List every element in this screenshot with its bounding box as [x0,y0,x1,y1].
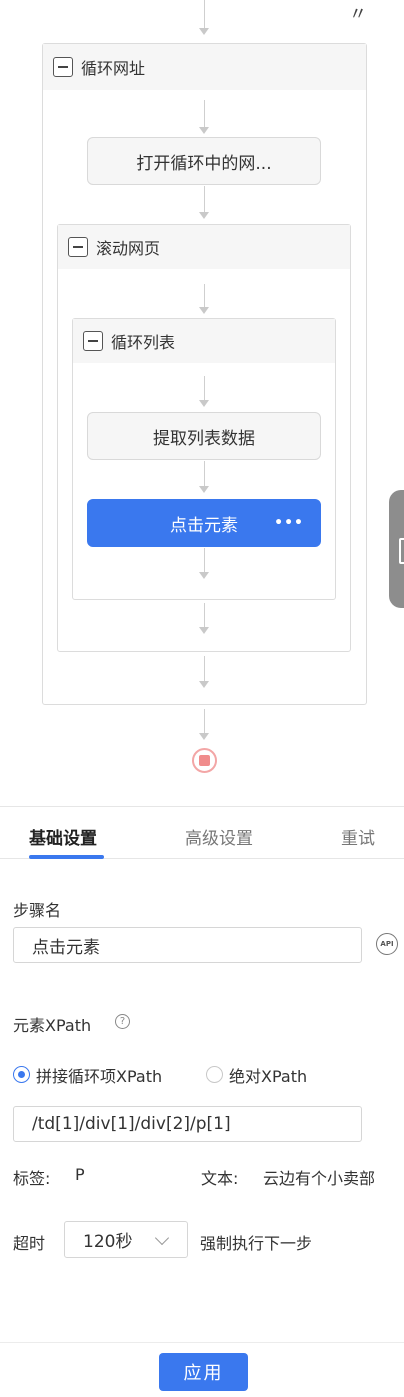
radio-absolute-xpath[interactable] [206,1066,223,1083]
step-name-input[interactable]: 点击元素 [13,927,362,963]
connector-line [204,186,205,214]
xpath-value: /td[1]/div[1]/div[2]/p[1] [32,1114,231,1134]
timeout-select[interactable]: 120秒 [64,1221,188,1258]
xpath-label: 元素XPath [13,1016,92,1035]
chevron-down-icon [154,1230,170,1246]
click-element-node[interactable]: 点击元素 ••• [87,499,321,547]
click-element-node-label: 点击元素 [170,515,238,536]
scroll-title: 滚动网页 [96,239,161,258]
xpath-input[interactable]: /td[1]/div[1]/div[2]/p[1] [13,1106,362,1142]
force-next-step-label[interactable]: 强制执行下一步 [200,1230,312,1254]
step-name-label: 步骤名 [13,901,62,920]
loop-list-title: 循环列表 [111,333,176,352]
tag-value: P [75,1165,85,1184]
arrow-icon [199,681,209,688]
arrow-icon [199,627,209,634]
help-icon[interactable]: ? [115,1014,130,1029]
apply-button[interactable]: 应用 [159,1353,248,1391]
side-panel-toggle-icon[interactable] [389,490,404,608]
text-label: 文本: [201,1169,239,1188]
arrow-icon [199,212,209,219]
loop-list-group-header: 循环列表 [73,319,335,363]
timeout-label: 超时 [13,1234,46,1253]
settings-tabs: 基础设置 高级设置 重试 [0,807,404,859]
arrow-icon [199,572,209,579]
arrow-icon [199,307,209,314]
step-name-value: 点击元素 [32,937,100,958]
extract-list-node-label: 提取列表数据 [153,428,255,449]
collapse-icon[interactable] [68,237,88,257]
top-mark-icon: 〃 [349,4,367,25]
connector-line [204,603,205,629]
tab-advanced-settings[interactable]: 高级设置 [185,824,253,849]
arrow-icon [199,127,209,134]
connector-line [204,461,205,487]
settings-panel: 基础设置 高级设置 重试 [0,806,404,1397]
timeout-value: 120秒 [83,1232,133,1252]
more-options-icon[interactable]: ••• [274,515,304,531]
loop-url-title: 循环网址 [81,59,146,78]
loop-url-group-header: 循环网址 [43,44,366,90]
radio-concat-xpath[interactable] [13,1066,30,1083]
extract-list-node[interactable]: 提取列表数据 [87,412,321,460]
connector-line [204,100,205,130]
arrow-icon [199,28,209,35]
footer-divider [0,1342,404,1343]
tab-retry[interactable]: 重试 [341,824,375,849]
collapse-icon[interactable] [53,57,73,77]
arrow-icon [199,733,209,740]
connector-line [204,709,205,735]
connector-line [204,656,205,682]
collapse-icon[interactable] [83,331,103,351]
api-icon[interactable]: API [376,933,398,955]
connector-line [204,0,205,30]
open-page-node[interactable]: 打开循环中的网... [87,137,321,185]
open-page-node-label: 打开循环中的网... [136,153,272,174]
text-value: 云边有个小卖部 [263,1169,376,1188]
arrow-icon [199,400,209,407]
tag-label: 标签: [13,1169,51,1188]
tab-basic-settings[interactable]: 基础设置 [29,824,97,849]
arrow-icon [199,486,209,493]
scroll-group-header: 滚动网页 [58,225,350,269]
radio-absolute-xpath-label[interactable]: 绝对XPath [229,1063,307,1087]
connector-line [204,548,205,574]
radio-concat-xpath-label[interactable]: 拼接循环项XPath [36,1063,162,1087]
end-node-icon[interactable] [192,748,217,773]
connector-line [204,376,205,402]
active-tab-indicator [29,855,104,859]
